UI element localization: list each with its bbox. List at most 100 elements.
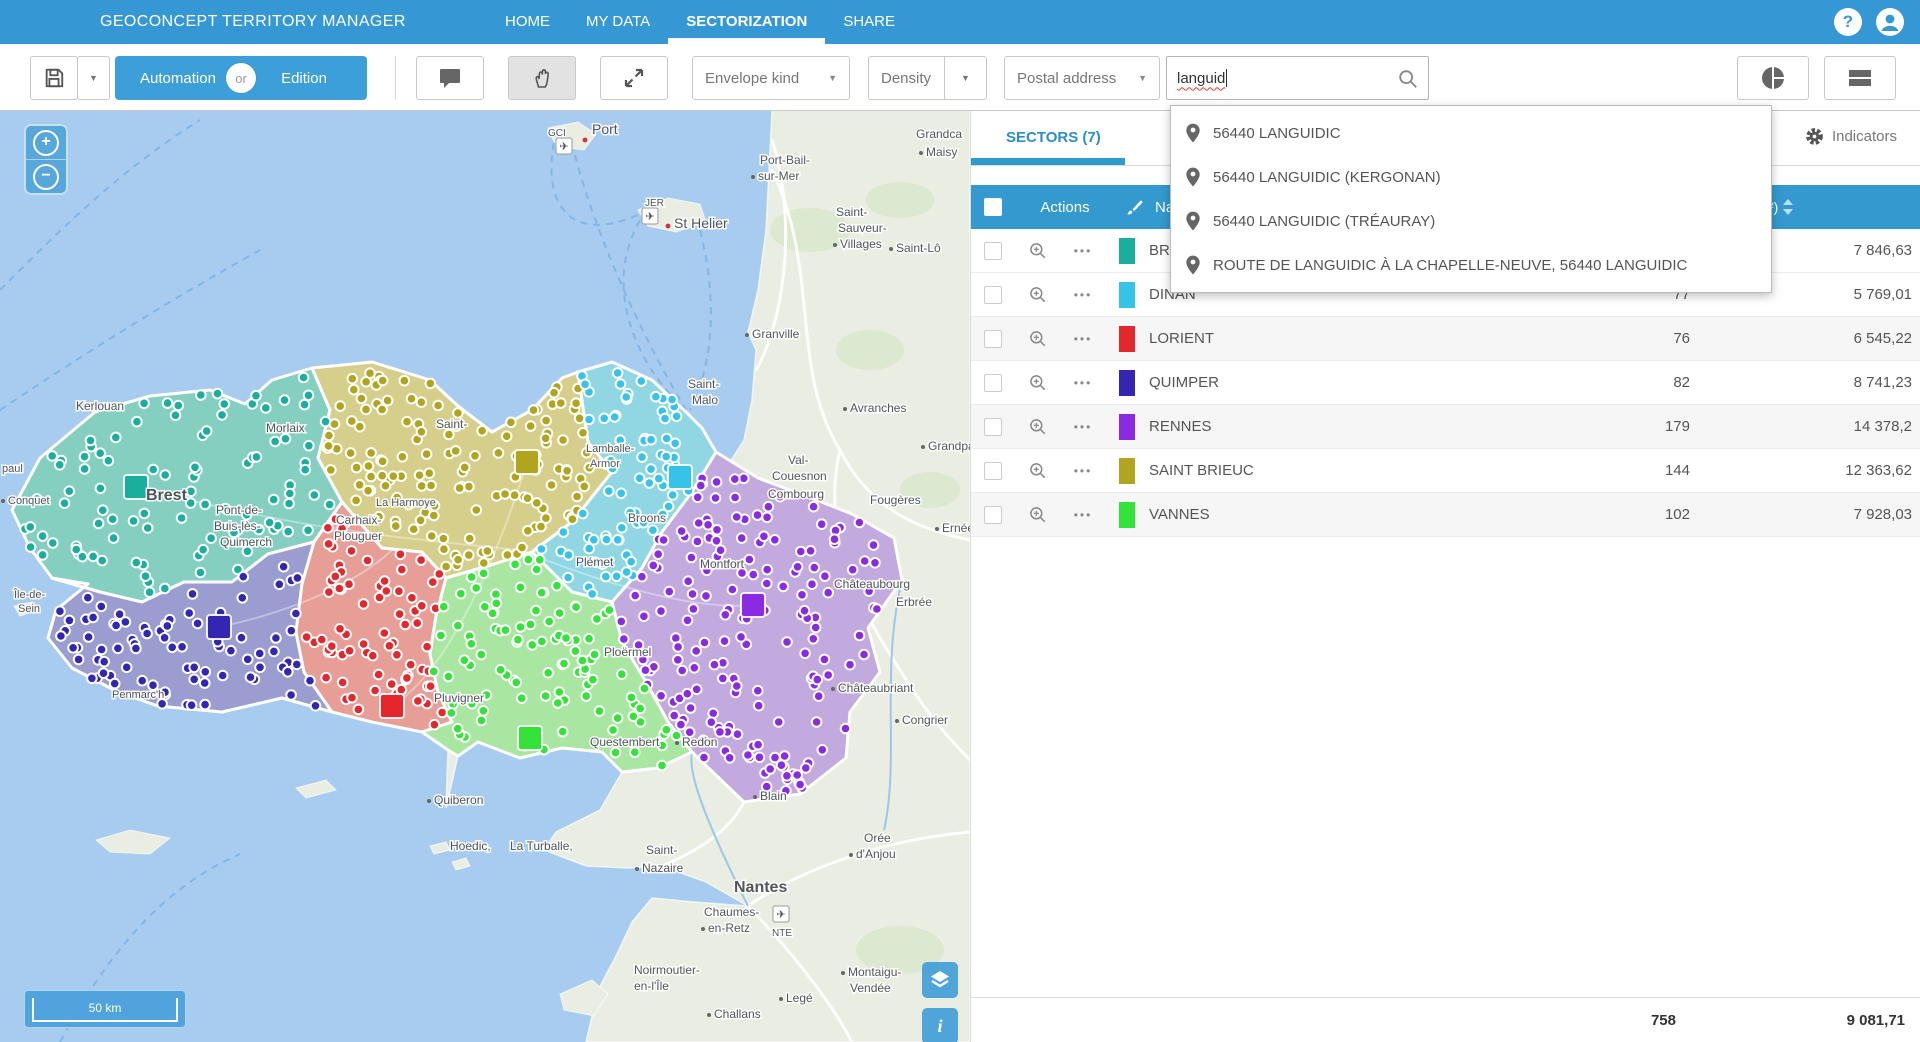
suggestion-item[interactable]: ROUTE DE LANGUIDIC À LA CHAPELLE-NEUVE, … <box>1171 243 1771 287</box>
map-label: Chaumes- <box>704 905 759 919</box>
map-canvas[interactable]: ✈✈✈GCIPortJERSt HelierPort-Bail-sur-MerS… <box>0 110 970 1042</box>
expand-icon <box>622 66 646 90</box>
fullscreen-button[interactable] <box>600 56 668 100</box>
row-checkbox[interactable] <box>984 374 1002 392</box>
user-icon[interactable] <box>1876 8 1904 36</box>
indicators-button[interactable]: Indicators <box>1805 127 1897 146</box>
airport-plane-icon: ✈ <box>645 211 654 223</box>
map-label: paul <box>2 463 23 475</box>
map-label: Nazaire <box>642 861 684 875</box>
map-label: sur-Mer <box>758 169 799 183</box>
sector-count: 82 <box>1510 374 1690 391</box>
sector-marker-vannes <box>518 726 542 750</box>
tab-sectors[interactable]: SECTORS (7) <box>1006 129 1101 146</box>
edition-mode-button[interactable]: Edition <box>241 56 367 100</box>
map-label: Hoedic, <box>450 839 491 853</box>
town-dot <box>745 333 749 337</box>
row-checkbox[interactable] <box>984 242 1002 260</box>
row-more-actions-button[interactable]: ••• <box>1061 332 1105 346</box>
nav-item-home[interactable]: HOME <box>487 0 568 44</box>
density-button[interactable]: Density <box>868 56 944 100</box>
zoom-in-button[interactable]: + <box>26 126 66 160</box>
row-checkbox[interactable] <box>984 330 1002 348</box>
row-more-actions-button[interactable]: ••• <box>1061 288 1105 302</box>
envelope-kind-dropdown[interactable]: Envelope kind ▼ <box>692 56 850 100</box>
save-options-caret-button[interactable]: ▼ <box>77 56 110 100</box>
zoom-to-sector-button[interactable] <box>1015 241 1061 261</box>
map-label: Conquet <box>8 495 50 507</box>
pin-icon <box>1185 167 1201 187</box>
map-label: Saint- <box>688 377 719 391</box>
zoom-to-sector-button[interactable] <box>1015 329 1061 349</box>
paintbrush-icon[interactable] <box>1125 197 1145 217</box>
suggestion-item[interactable]: 56440 LANGUIDIC (KERGONAN) <box>1171 155 1771 199</box>
zoom-to-sector-button[interactable] <box>1015 505 1061 525</box>
map-label: Châteaubriant <box>838 681 914 695</box>
sector-color-swatch <box>1119 502 1135 528</box>
map-scale-bar: 50 km <box>24 990 186 1028</box>
map-label: Maisy <box>926 145 957 159</box>
sector-marker-dinan <box>668 465 692 489</box>
zoom-to-sector-button[interactable] <box>1015 417 1061 437</box>
map-label: Broons <box>628 511 666 525</box>
suggestion-item[interactable]: 56440 LANGUIDIC <box>1171 111 1771 155</box>
sector-name: RENNES <box>1149 418 1510 435</box>
map-label: Ploërmel <box>604 645 651 659</box>
search-value: languid <box>1177 70 1225 87</box>
airport-plane-icon: ✈ <box>776 909 785 921</box>
map-label: Port-Bail- <box>760 153 810 167</box>
town-dot <box>921 445 925 449</box>
value-column-header[interactable]: ²) <box>1769 185 1793 229</box>
row-more-actions-button[interactable]: ••• <box>1061 464 1105 478</box>
comment-button[interactable] <box>416 56 484 100</box>
search-input[interactable]: languid <box>1166 56 1429 100</box>
row-more-actions-button[interactable]: ••• <box>1061 244 1105 258</box>
select-all-checkbox[interactable] <box>984 198 1002 216</box>
pan-tool-button[interactable] <box>508 56 576 100</box>
town-dot <box>833 243 837 247</box>
sector-marker-rennes <box>741 593 765 617</box>
zoom-to-sector-button[interactable] <box>1015 461 1061 481</box>
row-checkbox[interactable] <box>984 506 1002 524</box>
map-label: Legé <box>786 991 813 1005</box>
density-caret-button[interactable]: ▼ <box>944 56 987 100</box>
nav-item-share[interactable]: SHARE <box>825 0 913 44</box>
map-label: Congrier <box>902 713 948 727</box>
row-more-actions-button[interactable]: ••• <box>1061 508 1105 522</box>
map-label: La Turballe, <box>510 839 573 853</box>
town-dot <box>779 997 783 1001</box>
nav-item-my-data[interactable]: MY DATA <box>568 0 668 44</box>
chart-view-button[interactable] <box>1737 56 1809 100</box>
automation-mode-button[interactable]: Automation <box>115 56 241 100</box>
sector-count: 144 <box>1510 462 1690 479</box>
sector-color-swatch <box>1119 238 1135 264</box>
suggestion-item[interactable]: 56440 LANGUIDIC (TRÉAURAY) <box>1171 199 1771 243</box>
chevron-down-icon: ▼ <box>1138 73 1147 83</box>
table-view-button[interactable] <box>1824 56 1896 100</box>
info-button[interactable]: i <box>922 1008 958 1042</box>
town-dot <box>889 247 893 251</box>
town-dot <box>675 741 679 745</box>
nav-item-sectorization[interactable]: SECTORIZATION <box>668 0 825 44</box>
row-checkbox[interactable] <box>984 462 1002 480</box>
row-checkbox[interactable] <box>984 418 1002 436</box>
row-more-actions-button[interactable]: ••• <box>1061 376 1105 390</box>
total-count: 758 <box>1510 1012 1690 1029</box>
row-checkbox[interactable] <box>984 286 1002 304</box>
postal-address-dropdown[interactable]: Postal address ▼ <box>1004 56 1160 100</box>
row-more-actions-button[interactable]: ••• <box>1061 420 1105 434</box>
map-label: Morlaix <box>266 421 305 435</box>
pan-hand-icon <box>530 66 554 90</box>
pie-chart-icon <box>1760 65 1786 91</box>
help-icon[interactable]: ? <box>1834 8 1862 36</box>
zoom-to-sector-button[interactable] <box>1015 285 1061 305</box>
zoom-to-sector-button[interactable] <box>1015 373 1061 393</box>
save-button[interactable] <box>30 56 78 100</box>
layers-button[interactable] <box>922 962 958 998</box>
zoom-out-button[interactable]: − <box>26 160 66 193</box>
toolbar: ▼ Automation Edition or Envelope kind ▼ … <box>0 44 1920 111</box>
map-label: GCI <box>548 128 566 139</box>
map-label: Île-de- <box>13 588 46 601</box>
sector-color-swatch <box>1119 282 1135 308</box>
pin-icon <box>1185 211 1201 231</box>
